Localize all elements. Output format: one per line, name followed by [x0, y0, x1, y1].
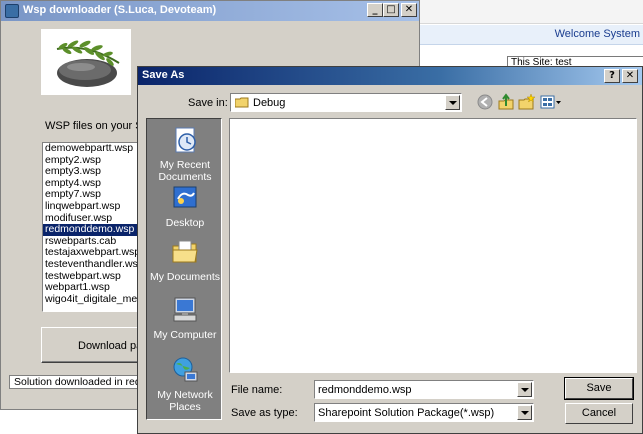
wsp-file-list-item[interactable]: demowebpartt.wsp: [43, 143, 139, 155]
app-title: Wsp downloader (S.Luca, Devoteam): [23, 4, 217, 16]
app-icon: [5, 4, 19, 18]
download-package-button[interactable]: Download pac: [41, 327, 151, 363]
views-menu-icon[interactable]: [540, 93, 562, 111]
save-button[interactable]: Save: [564, 377, 634, 400]
save-in-value: Debug: [253, 97, 286, 109]
network-places-icon: [173, 357, 198, 382]
place-label: My Recent Documents: [158, 159, 212, 183]
welcome-menu[interactable]: Welcome System: [555, 28, 640, 40]
dialog-close-button[interactable]: ✕: [622, 69, 638, 83]
wsp-file-list-item[interactable]: wigo4it_digitale_medi: [43, 293, 139, 306]
save-in-dropdown[interactable]: Debug: [230, 93, 462, 112]
my-computer-icon: [173, 297, 197, 322]
new-folder-icon[interactable]: [518, 93, 536, 111]
place-my-documents[interactable]: My Documents: [147, 237, 223, 283]
dialog-title: Save As: [142, 69, 185, 81]
chevron-down-icon[interactable]: [517, 405, 532, 420]
desktop-icon: [173, 186, 197, 208]
place-my-recent-documents[interactable]: My Recent Documents: [147, 125, 223, 183]
wsp-file-list[interactable]: demowebpartt.wsp empty2.wsp empty3.wsp empt…: [42, 142, 140, 312]
minimize-button[interactable]: _: [367, 3, 383, 17]
wsp-file-list-item[interactable]: redmonddemo.wsp: [43, 224, 139, 236]
welcome-bar: Welcome System: [419, 25, 643, 45]
cancel-button[interactable]: Cancel: [565, 403, 633, 424]
place-my-computer[interactable]: My Computer: [147, 295, 223, 341]
place-label: My Computer: [153, 329, 217, 341]
maximize-button[interactable]: □: [383, 3, 399, 17]
back-icon[interactable]: [476, 93, 494, 111]
folder-icon: [235, 97, 249, 108]
place-label: My Documents: [149, 271, 221, 283]
place-my-network-places[interactable]: My Network Places: [147, 355, 223, 413]
dialog-title-bar[interactable]: Save As ? ✕: [138, 67, 642, 85]
file-name-value: redmonddemo.wsp: [318, 384, 412, 396]
wsp-file-list-item[interactable]: testeventhandler.wsp: [43, 258, 139, 271]
close-button[interactable]: ✕: [401, 3, 417, 17]
save-as-type-dropdown[interactable]: Sharepoint Solution Package(*.wsp): [314, 403, 534, 422]
place-label: Desktop: [165, 217, 205, 229]
app-title-bar[interactable]: Wsp downloader (S.Luca, Devoteam) _ □ ✕: [1, 1, 419, 21]
file-browser-area[interactable]: [229, 118, 637, 373]
up-folder-icon[interactable]: [497, 93, 515, 111]
places-bar: My Recent Documents Desktop My Documents: [146, 118, 222, 420]
save-in-label: Save in:: [188, 97, 228, 109]
recent-documents-icon: [175, 127, 196, 153]
chevron-down-icon[interactable]: [445, 95, 460, 110]
app-logo: [41, 29, 131, 95]
help-button[interactable]: ?: [604, 69, 620, 83]
file-name-input[interactable]: redmonddemo.wsp: [314, 380, 534, 399]
save-as-type-label: Save as type:: [231, 407, 298, 419]
wsp-file-list-item[interactable]: linqwebpart.wsp: [43, 200, 139, 213]
place-label: My Network Places: [157, 389, 213, 413]
file-name-label: File name:: [231, 384, 283, 396]
wsp-file-list-item[interactable]: webpart1.wsp: [43, 282, 139, 294]
save-as-type-value: Sharepoint Solution Package(*.wsp): [318, 407, 495, 419]
chevron-down-icon[interactable]: [517, 382, 532, 397]
my-documents-icon: [172, 240, 198, 263]
fern-stone-logo-icon: [56, 40, 120, 87]
save-as-dialog: Save As ? ✕ Save in: Debug My Recent Doc…: [137, 66, 643, 434]
place-desktop[interactable]: Desktop: [147, 183, 223, 229]
browser-top-band: [419, 0, 643, 24]
